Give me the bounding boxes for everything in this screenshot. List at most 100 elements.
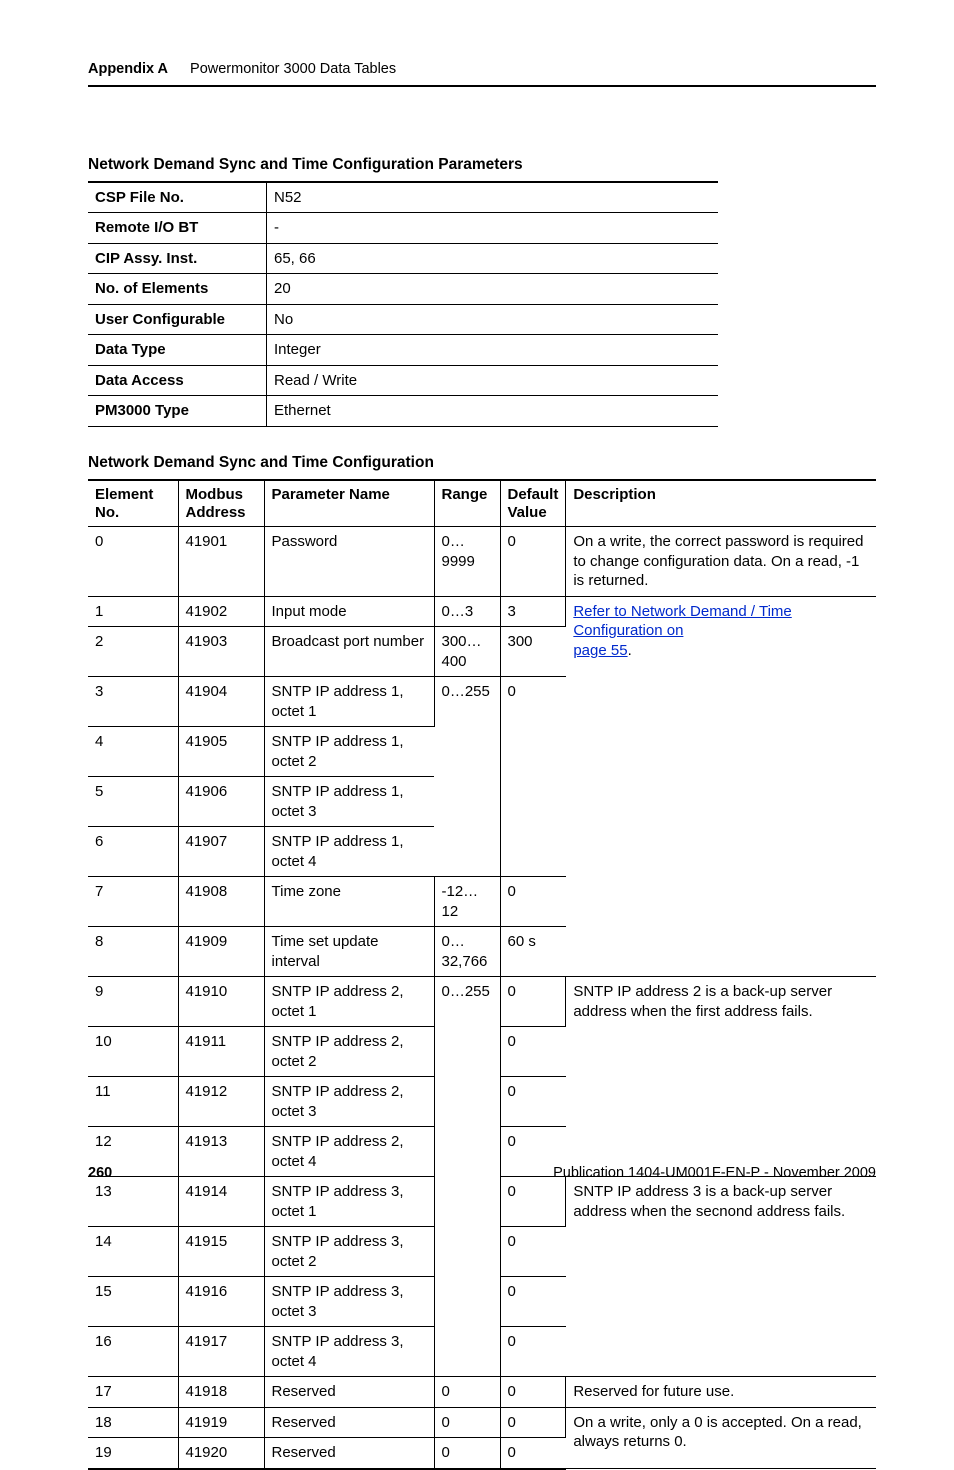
- cell-def: 0: [500, 1277, 566, 1327]
- param-label: Remote I/O BT: [88, 213, 267, 244]
- cell-elem: 14: [88, 1227, 178, 1277]
- table-row: 1 41902 Input mode 0…3 3 Refer to Networ…: [88, 596, 876, 627]
- cell-elem: 19: [88, 1438, 178, 1469]
- cell-name: Reserved: [264, 1438, 434, 1469]
- table-row: PM3000 TypeEthernet: [88, 396, 718, 427]
- cell-desc: On a write, only a 0 is accepted. On a r…: [566, 1407, 876, 1469]
- param-label: No. of Elements: [88, 274, 267, 305]
- config-table: ElementNo. ModbusAddress Parameter Name …: [88, 479, 876, 1470]
- param-value: 65, 66: [267, 243, 719, 274]
- table-row: Data AccessRead / Write: [88, 365, 718, 396]
- cell-desc: SNTP IP address 3 is a back-up server ad…: [566, 1177, 876, 1377]
- parameters-table: CSP File No.N52 Remote I/O BT- CIP Assy.…: [88, 181, 718, 427]
- param-label: CSP File No.: [88, 182, 267, 213]
- cell-elem: 1: [88, 596, 178, 627]
- cell-range: -12…12: [434, 877, 500, 927]
- table-row: 9 41910 SNTP IP address 2, octet 1 0…255…: [88, 977, 876, 1027]
- col-modbus-address: ModbusAddress: [178, 480, 264, 527]
- header-title: Powermonitor 3000 Data Tables: [190, 60, 396, 79]
- cell-elem: 10: [88, 1027, 178, 1077]
- cell-desc: On a write, the correct password is requ…: [566, 527, 876, 597]
- param-label: Data Access: [88, 365, 267, 396]
- param-label: Data Type: [88, 335, 267, 366]
- header-rule: [88, 85, 876, 87]
- table-row: Data TypeInteger: [88, 335, 718, 366]
- cell-mod: 41906: [178, 777, 264, 827]
- cell-desc: SNTP IP address 2 is a back-up server ad…: [566, 977, 876, 1177]
- param-label: User Configurable: [88, 304, 267, 335]
- cell-elem: 17: [88, 1377, 178, 1408]
- cell-name: SNTP IP address 3, octet 1: [264, 1177, 434, 1227]
- cell-mod: 41916: [178, 1277, 264, 1327]
- cell-mod: 41902: [178, 596, 264, 627]
- cell-name: Input mode: [264, 596, 434, 627]
- cell-elem: 13: [88, 1177, 178, 1227]
- appendix-label: Appendix A: [88, 60, 168, 79]
- cell-name: SNTP IP address 3, octet 3: [264, 1277, 434, 1327]
- table-row: 0 41901 Password 0…9999 0 On a write, th…: [88, 527, 876, 597]
- cell-name: SNTP IP address 3, octet 4: [264, 1327, 434, 1377]
- cell-desc: Refer to Network Demand / Time Configura…: [566, 596, 876, 977]
- cell-mod: 41918: [178, 1377, 264, 1408]
- cell-name: Reserved: [264, 1407, 434, 1438]
- cell-name: Password: [264, 527, 434, 597]
- cell-def: 0: [500, 1227, 566, 1277]
- cell-mod: 41905: [178, 727, 264, 777]
- cell-range: 0…32,766: [434, 927, 500, 977]
- cell-range: 0…3: [434, 596, 500, 627]
- cell-def: 0: [500, 877, 566, 927]
- params-title: Network Demand Sync and Time Configurati…: [88, 155, 876, 175]
- cell-def: 0: [500, 527, 566, 597]
- cell-range: 0: [434, 1407, 500, 1438]
- cell-mod: 41904: [178, 677, 264, 727]
- cell-name: Reserved: [264, 1377, 434, 1408]
- cell-def: 300: [500, 627, 566, 677]
- cell-mod: 41910: [178, 977, 264, 1027]
- cell-name: SNTP IP address 2, octet 1: [264, 977, 434, 1027]
- cell-name: SNTP IP address 1, octet 4: [264, 827, 434, 877]
- table-header-row: ElementNo. ModbusAddress Parameter Name …: [88, 480, 876, 527]
- col-parameter-name: Parameter Name: [264, 480, 434, 527]
- cell-elem: 5: [88, 777, 178, 827]
- param-value: Read / Write: [267, 365, 719, 396]
- cell-mod: 41912: [178, 1077, 264, 1127]
- page-number: 260: [88, 1164, 112, 1183]
- cell-mod: 41901: [178, 527, 264, 597]
- cell-elem: 4: [88, 727, 178, 777]
- cell-def: 60 s: [500, 927, 566, 977]
- param-value: Integer: [267, 335, 719, 366]
- cell-def: 0: [500, 1407, 566, 1438]
- cell-name: Broadcast port number: [264, 627, 434, 677]
- cell-mod: 41909: [178, 927, 264, 977]
- page-footer: 260 Publication 1404-UM001F-EN-P - Novem…: [88, 1164, 876, 1183]
- cell-mod: 41914: [178, 1177, 264, 1227]
- cell-elem: 18: [88, 1407, 178, 1438]
- cell-def: 0: [500, 977, 566, 1027]
- cell-mod: 41907: [178, 827, 264, 877]
- param-value: N52: [267, 182, 719, 213]
- cell-elem: 3: [88, 677, 178, 727]
- col-element-no: ElementNo.: [88, 480, 178, 527]
- table-row: CSP File No.N52: [88, 182, 718, 213]
- cell-mod: 41915: [178, 1227, 264, 1277]
- link-network-demand[interactable]: Refer to Network Demand / Time Configura…: [573, 603, 791, 659]
- publication-info: Publication 1404-UM001F-EN-P - November …: [553, 1164, 876, 1183]
- cell-range: 0: [434, 1377, 500, 1408]
- cell-range: 0: [434, 1438, 500, 1469]
- table-row: User ConfigurableNo: [88, 304, 718, 335]
- cell-def: 0: [500, 1077, 566, 1127]
- cell-name: SNTP IP address 2, octet 3: [264, 1077, 434, 1127]
- cell-def: 0: [500, 677, 566, 877]
- cell-name: SNTP IP address 2, octet 2: [264, 1027, 434, 1077]
- cell-mod: 41903: [178, 627, 264, 677]
- cell-name: SNTP IP address 3, octet 2: [264, 1227, 434, 1277]
- cell-elem: 2: [88, 627, 178, 677]
- cell-range: 300…400: [434, 627, 500, 677]
- cell-mod: 41917: [178, 1327, 264, 1377]
- config-title: Network Demand Sync and Time Configurati…: [88, 453, 876, 473]
- col-default-value: DefaultValue: [500, 480, 566, 527]
- cell-elem: 7: [88, 877, 178, 927]
- table-row: No. of Elements20: [88, 274, 718, 305]
- table-row: 17 41918 Reserved 0 0 Reserved for futur…: [88, 1377, 876, 1408]
- cell-elem: 8: [88, 927, 178, 977]
